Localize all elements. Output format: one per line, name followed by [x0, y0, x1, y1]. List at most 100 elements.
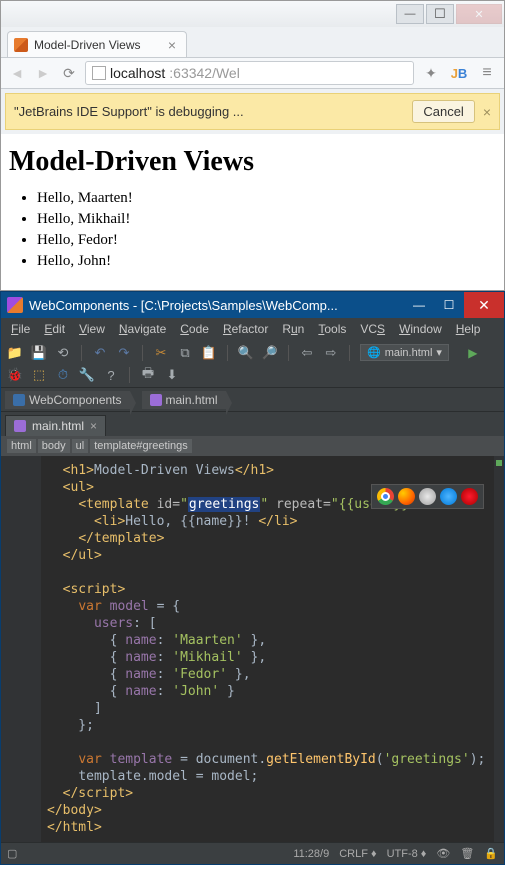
profile-icon[interactable]: ⏱ — [55, 367, 71, 383]
undo-icon[interactable]: ↶ — [92, 345, 108, 361]
browser-tab[interactable]: Model-Driven Views × — [7, 31, 187, 57]
project-icon — [13, 394, 25, 406]
ie-icon[interactable] — [440, 488, 457, 505]
firefox-icon[interactable] — [398, 488, 415, 505]
breadcrumb-file[interactable]: main.html — [142, 391, 226, 409]
menu-edit[interactable]: Edit — [38, 320, 71, 338]
back-button[interactable]: ◄ — [7, 63, 27, 83]
menu-refactor[interactable]: Refactor — [217, 320, 274, 338]
toolbar-separator — [227, 345, 228, 361]
coverage-icon[interactable]: ⬚ — [31, 367, 47, 383]
open-icon[interactable]: 📁 — [7, 345, 23, 361]
list-item: Hello, Maarten! — [37, 188, 496, 209]
ide-title: WebComponents - [C:\Projects\Samples\Web… — [29, 298, 398, 313]
editor-tab-label: main.html — [32, 419, 84, 433]
cut-icon[interactable]: ✂ — [153, 345, 169, 361]
safari-icon[interactable] — [419, 488, 436, 505]
browser-close-button[interactable]: ✕ — [456, 4, 502, 24]
url-rest: :63342/Wel — [169, 65, 240, 81]
vcs-update-icon[interactable]: 🖶 — [140, 367, 156, 383]
line-separator[interactable]: CRLF ♦ — [339, 848, 376, 860]
paste-icon[interactable]: 📋 — [201, 345, 217, 361]
copy-icon[interactable]: ⧉ — [177, 345, 193, 361]
menu-help[interactable]: Help — [450, 320, 487, 338]
dom-breadcrumb: html body ul template#greetings — [1, 436, 504, 456]
menu-tools[interactable]: Tools — [312, 320, 352, 338]
browser-minimize-button[interactable]: — — [396, 4, 424, 24]
ide-titlebar: WebComponents - [C:\Projects\Samples\Web… — [1, 292, 504, 318]
browser-tabstrip: Model-Driven Views × — [1, 27, 504, 57]
find-icon[interactable]: 🔍 — [238, 345, 254, 361]
editor-gutter — [1, 456, 41, 842]
dom-segment[interactable]: body — [38, 439, 70, 453]
dom-segment[interactable]: template#greetings — [90, 439, 192, 453]
run-config-label: main.html — [385, 347, 433, 359]
menu-code[interactable]: Code — [174, 320, 215, 338]
status-toolwindow-icon[interactable]: ▢ — [7, 847, 17, 860]
dom-segment[interactable]: ul — [72, 439, 89, 453]
breadcrumb-project[interactable]: WebComponents — [5, 391, 130, 409]
error-stripe — [494, 456, 504, 842]
ide-minimize-button[interactable]: — — [404, 292, 434, 318]
ide-toolbar: 📁 💾 ⟲ ↶ ↷ ✂ ⧉ 📋 🔍 🔎 ⇦ ⇨ — [1, 340, 504, 388]
lock-icon[interactable]: 🔒 — [484, 847, 498, 860]
ide-status-bar: ▢ 11:28/9 CRLF ♦ UTF-8 ♦ 👁 🗑 🔒 — [1, 842, 504, 864]
run-config-icon: 🌐 — [367, 346, 381, 359]
ide-menubar: File Edit View Navigate Code Refactor Ru… — [1, 318, 504, 340]
inspection-icon[interactable]: 👁 — [436, 847, 450, 860]
attach-icon[interactable]: 🔧 — [79, 367, 95, 383]
ide-close-button[interactable]: ✕ — [464, 292, 504, 318]
browser-window: — ☐ ✕ Model-Driven Views × ◄ ► ⟳ localho… — [0, 0, 505, 291]
menu-view[interactable]: View — [73, 320, 111, 338]
toolbar-separator — [81, 345, 82, 361]
wrench-icon[interactable]: ? — [103, 367, 119, 383]
tab-close-icon[interactable]: × — [168, 37, 176, 53]
debug-cancel-button[interactable]: Cancel — [412, 100, 474, 123]
debug-icon[interactable]: 🐞 — [7, 367, 23, 383]
open-in-browser-panel — [371, 484, 484, 509]
run-config-selector[interactable]: 🌐 main.html ▾ — [360, 344, 449, 361]
breadcrumb-project-label: WebComponents — [29, 393, 122, 407]
forward-button[interactable]: ► — [33, 63, 53, 83]
ide-maximize-button[interactable]: ☐ — [434, 292, 464, 318]
page-heading: Model-Driven Views — [9, 146, 496, 178]
file-icon — [14, 420, 26, 432]
list-item: Hello, John! — [37, 251, 496, 272]
code-editor[interactable]: <h1>Model-Driven Views</h1> <ul> <templa… — [1, 456, 504, 842]
nav-forward-icon[interactable]: ⇨ — [323, 345, 339, 361]
breadcrumb-file-label: main.html — [166, 393, 218, 407]
replace-icon[interactable]: 🔎 — [262, 345, 278, 361]
redo-icon[interactable]: ↷ — [116, 345, 132, 361]
memory-icon[interactable]: 🗑 — [460, 847, 474, 860]
file-encoding[interactable]: UTF-8 ♦ — [387, 848, 427, 860]
menu-run[interactable]: Run — [276, 320, 310, 338]
page-icon — [92, 66, 106, 80]
address-bar[interactable]: localhost:63342/Wel — [85, 61, 414, 85]
dom-segment[interactable]: html — [7, 439, 36, 453]
greetings-list: Hello, Maarten! Hello, Mikhail! Hello, F… — [37, 188, 496, 272]
run-button[interactable]: ▶ — [465, 345, 481, 361]
menu-navigate[interactable]: Navigate — [113, 320, 172, 338]
browser-titlebar: — ☐ ✕ — [1, 1, 504, 27]
toolbar-separator — [349, 345, 350, 361]
editor-tab[interactable]: main.html × — [5, 415, 106, 436]
debug-close-icon[interactable]: × — [483, 104, 491, 120]
chrome-icon[interactable] — [377, 488, 394, 505]
sync-icon[interactable]: ⟲ — [55, 345, 71, 361]
tab-close-icon[interactable]: × — [90, 419, 97, 433]
ide-support-extension-icon[interactable]: ✦ — [420, 62, 442, 84]
caret-position[interactable]: 11:28/9 — [293, 848, 329, 860]
chrome-menu-button[interactable]: ≡ — [476, 62, 498, 84]
debug-infobar: "JetBrains IDE Support" is debugging ...… — [5, 93, 500, 130]
menu-window[interactable]: Window — [393, 320, 448, 338]
opera-icon[interactable] — [461, 488, 478, 505]
menu-vcs[interactable]: VCS — [354, 320, 391, 338]
reload-button[interactable]: ⟳ — [59, 63, 79, 83]
save-icon[interactable]: 💾 — [31, 345, 47, 361]
menu-file[interactable]: File — [5, 320, 36, 338]
vcs-commit-icon[interactable]: ⬇ — [164, 367, 180, 383]
browser-maximize-button[interactable]: ☐ — [426, 4, 454, 24]
jetbrains-extension-icon[interactable]: JB — [448, 62, 470, 84]
inspection-ok-icon — [496, 460, 502, 466]
nav-back-icon[interactable]: ⇦ — [299, 345, 315, 361]
